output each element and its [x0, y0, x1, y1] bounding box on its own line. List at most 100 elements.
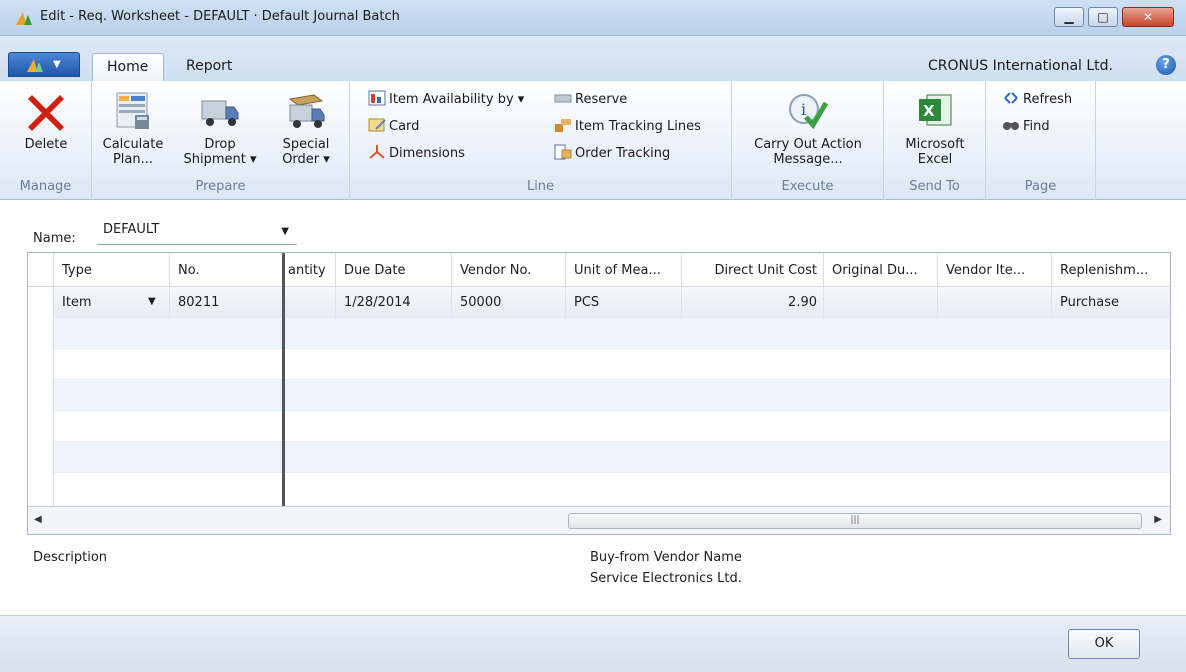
ribbon: Delete Manage Calculate Plan... Drop Shi… — [0, 81, 1186, 200]
column-header-due-date[interactable]: Due Date — [336, 253, 452, 287]
footer-bar: OK — [0, 615, 1186, 672]
minimize-button[interactable]: ▁ — [1054, 7, 1084, 27]
cell-vendor-item-no[interactable] — [938, 287, 1052, 318]
group-label-send-to: Send To — [909, 179, 960, 194]
special-order-button[interactable]: Special Order ▾ — [270, 89, 342, 167]
company-name: CRONUS International Ltd. — [928, 58, 1114, 74]
delete-icon — [28, 95, 64, 131]
delete-button[interactable]: Delete — [10, 89, 82, 152]
application-menu-button[interactable]: ▼ — [8, 52, 80, 77]
column-header-direct-unit-cost[interactable]: Direct Unit Cost — [682, 253, 824, 287]
group-label-prepare: Prepare — [195, 179, 246, 194]
column-header-unit-of-measure[interactable]: Unit of Mea... — [566, 253, 682, 287]
drop-label-2: Shipment ▾ — [183, 152, 257, 167]
column-header-vendor-item-no[interactable]: Vendor Ite... — [938, 253, 1052, 287]
card-button[interactable]: Card — [368, 117, 419, 137]
drop-shipment-button[interactable]: Drop Shipment ▾ — [180, 89, 260, 167]
drop-label: Drop — [204, 137, 236, 152]
find-label: Find — [1023, 119, 1050, 134]
item-tracking-lines-button[interactable]: Item Tracking Lines — [554, 117, 701, 137]
reserve-button[interactable]: Reserve — [554, 90, 627, 110]
tab-home[interactable]: Home — [92, 53, 164, 81]
order-tracking-icon — [554, 144, 572, 160]
cell-due-date[interactable]: 1/28/2014 — [336, 287, 452, 318]
svg-text:i: i — [801, 100, 806, 119]
find-button[interactable]: Find — [1002, 117, 1050, 137]
dynamics-logo-icon — [16, 12, 32, 25]
buy-from-vendor-name-value: Service Electronics Ltd. — [590, 571, 742, 586]
group-label-line: Line — [526, 179, 555, 194]
carry-label: Carry Out Action — [754, 137, 862, 152]
reserve-label: Reserve — [575, 92, 628, 107]
chevron-down-icon: ▼ — [281, 226, 289, 237]
table-row-empty[interactable] — [54, 442, 1170, 473]
chevron-down-icon: ▼ — [53, 59, 61, 70]
maximize-button[interactable]: □ — [1088, 7, 1118, 27]
close-icon: ✕ — [1142, 10, 1154, 24]
dimensions-label: Dimensions — [389, 146, 465, 161]
card-label: Card — [389, 119, 420, 134]
item-tracking-label: Item Tracking Lines — [575, 119, 701, 134]
excel-label: Microsoft — [905, 137, 965, 152]
column-header-quantity[interactable]: antity — [284, 253, 336, 287]
worksheet-grid: Type No. antity Due Date Vendor No. Unit… — [27, 252, 1171, 535]
column-header-original-due-date[interactable]: Original Du... — [824, 253, 938, 287]
excel-icon: X — [919, 94, 952, 126]
cell-no[interactable]: 80211 — [170, 287, 284, 318]
help-icon[interactable]: ? — [1156, 55, 1176, 75]
chevron-down-icon[interactable]: ▼ — [148, 296, 156, 307]
calculate-plan-icon — [116, 92, 149, 129]
reserve-icon — [554, 94, 572, 103]
horizontal-scrollbar[interactable]: ◀ ||| ▶ — [28, 506, 1170, 534]
cell-quantity[interactable] — [284, 287, 336, 318]
microsoft-excel-button[interactable]: X Microsoft Excel — [894, 89, 976, 167]
column-header-type[interactable]: Type — [54, 253, 170, 287]
window-title: Edit - Req. Worksheet - DEFAULT · Defaul… — [40, 9, 400, 24]
table-row-empty[interactable] — [54, 349, 1170, 380]
row-selector-header — [28, 253, 54, 287]
ok-button[interactable]: OK — [1068, 629, 1140, 659]
scrollbar-thumb[interactable]: ||| — [568, 513, 1142, 529]
cell-original-due-date[interactable] — [824, 287, 938, 318]
group-execute: i Carry Out Action Message... Execute — [732, 81, 884, 200]
name-label: Name: — [33, 231, 76, 246]
name-dropdown[interactable]: DEFAULT ▼ — [97, 219, 297, 245]
cell-unit-of-measure[interactable]: PCS — [566, 287, 682, 318]
table-row-empty[interactable] — [54, 411, 1170, 442]
group-prepare: Calculate Plan... Drop Shipment ▾ Specia… — [92, 81, 350, 200]
carry-out-action-message-button[interactable]: i Carry Out Action Message... — [738, 89, 878, 167]
order-tracking-button[interactable]: Order Tracking — [554, 144, 670, 164]
table-row-empty[interactable] — [54, 380, 1170, 411]
delete-label: Delete — [24, 137, 68, 152]
table-row-empty[interactable] — [54, 473, 1170, 507]
refresh-button[interactable]: Refresh — [1002, 90, 1072, 110]
scroll-left-icon[interactable]: ◀ — [34, 514, 42, 525]
column-header-vendor-no[interactable]: Vendor No. — [452, 253, 566, 287]
dimensions-button[interactable]: Dimensions — [368, 144, 465, 164]
table-row-empty[interactable] — [54, 318, 1170, 349]
frozen-column-divider[interactable] — [282, 253, 285, 507]
calculate-label-2: Plan... — [112, 152, 154, 167]
cell-type-value: Item — [62, 295, 92, 310]
title-bar: Edit - Req. Worksheet - DEFAULT · Defaul… — [0, 0, 1186, 36]
scroll-right-icon[interactable]: ▶ — [1154, 514, 1162, 525]
group-label-page: Page — [1024, 179, 1057, 194]
dimensions-icon — [369, 145, 385, 159]
column-header-no[interactable]: No. — [170, 253, 284, 287]
tab-report[interactable]: Report — [172, 53, 246, 81]
refresh-label: Refresh — [1023, 92, 1073, 107]
cell-vendor-no[interactable]: 50000 — [452, 287, 566, 318]
calculate-plan-button[interactable]: Calculate Plan... — [100, 89, 166, 167]
close-button[interactable]: ✕ — [1122, 7, 1174, 27]
minimize-icon: ▁ — [1064, 10, 1074, 24]
cell-replenishment[interactable]: Purchase — [1052, 287, 1170, 318]
item-availability-button[interactable]: Item Availability by ▾ — [368, 90, 524, 110]
cell-direct-unit-cost[interactable]: 2.90 — [682, 287, 824, 318]
name-value: DEFAULT — [103, 222, 160, 237]
table-row[interactable]: Item ▼ 80211 1/28/2014 50000 PCS 2.90 Pu… — [54, 287, 1170, 318]
column-header-replenishment[interactable]: Replenishm... — [1052, 253, 1170, 287]
description-label: Description — [33, 550, 108, 565]
group-send-to: X Microsoft Excel Send To — [884, 81, 986, 200]
cell-type[interactable]: Item ▼ — [54, 287, 170, 318]
content-area: Name: DEFAULT ▼ Type No. antity Due Date… — [0, 201, 1186, 615]
